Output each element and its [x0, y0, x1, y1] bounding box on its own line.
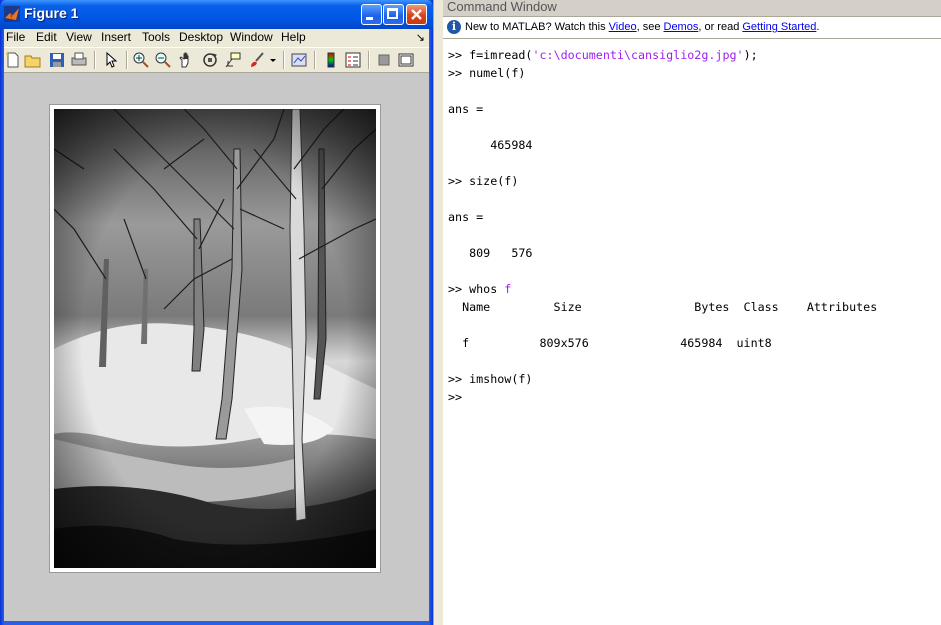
window-title: Figure 1 [24, 5, 79, 21]
toolbar-separator [368, 51, 370, 69]
console-line: f 809x576 465984 uint8 [448, 336, 772, 350]
menu-view[interactable]: View [66, 30, 92, 44]
command-window: Command Window i New to MATLAB? Watch th… [443, 0, 941, 625]
link-plot-icon[interactable] [290, 51, 308, 69]
command-text: >> whos [448, 282, 505, 296]
dock-icon[interactable]: ↘ [416, 31, 425, 44]
snowy-forest-image [54, 109, 376, 568]
console-line: >> imshow(f) [448, 372, 533, 386]
command-window-titlebar[interactable]: Command Window [443, 0, 941, 17]
maximize-button[interactable] [383, 4, 404, 25]
save-icon[interactable] [48, 51, 66, 69]
demos-link[interactable]: Demos [664, 21, 699, 33]
zoom-in-icon[interactable] [132, 51, 150, 69]
new-figure-icon[interactable] [4, 51, 22, 69]
pan-icon[interactable] [177, 51, 195, 69]
menu-bar: File Edit View Insert Tools Desktop Wind… [4, 29, 429, 47]
command-text: ); [743, 48, 758, 62]
command-window-title: Command Window [447, 0, 557, 14]
info-mid: , or read [698, 21, 743, 33]
command-argument: f [504, 282, 512, 296]
video-link[interactable]: Video [609, 21, 637, 33]
colorbar-icon[interactable] [322, 51, 340, 69]
info-suffix: . [816, 21, 820, 33]
command-console[interactable]: >> f=imread('c:\documenti\cansiglio2g.jp… [448, 46, 938, 406]
string-literal: 'c:\documenti\cansiglio2g.jpg' [532, 48, 744, 62]
console-line: >> whos f [448, 280, 938, 298]
menu-tools[interactable]: Tools [142, 30, 170, 44]
info-icon: i [447, 20, 461, 34]
menu-window[interactable]: Window [230, 30, 273, 44]
brush-dropdown-icon[interactable] [268, 51, 278, 69]
print-icon[interactable] [70, 51, 88, 69]
show-plot-tools-icon[interactable] [397, 51, 415, 69]
getting-started-link[interactable]: Getting Started [742, 21, 816, 33]
menu-help[interactable]: Help [281, 30, 306, 44]
matlab-logo-icon [4, 6, 20, 22]
open-file-icon[interactable] [24, 51, 42, 69]
figure-toolbar [4, 47, 429, 73]
console-line: >> f=imread('c:\documenti\cansiglio2g.jp… [448, 46, 938, 64]
toolbar-separator [314, 51, 316, 69]
info-text: New to MATLAB? Watch this Video, see Dem… [465, 17, 819, 38]
info-prefix: New to MATLAB? Watch this [465, 21, 609, 33]
menu-desktop[interactable]: Desktop [179, 30, 223, 44]
console-prompt[interactable]: >> [448, 388, 938, 406]
title-bar[interactable]: Figure 1 [0, 0, 433, 29]
minimize-button[interactable] [361, 4, 382, 25]
console-line: >> numel(f) [448, 66, 526, 80]
menu-edit[interactable]: Edit [36, 30, 57, 44]
edit-plot-icon[interactable] [102, 51, 120, 69]
menu-insert[interactable]: Insert [101, 30, 131, 44]
legend-icon[interactable] [344, 51, 362, 69]
close-icon [411, 9, 422, 20]
image-axes[interactable] [49, 104, 381, 573]
toolbar-separator [283, 51, 285, 69]
toolbar-separator [126, 51, 128, 69]
command-text: >> f=imread( [448, 48, 533, 62]
close-button[interactable] [406, 4, 427, 25]
console-line: 809 576 [448, 246, 533, 260]
console-line: 465984 [448, 138, 533, 152]
hide-plot-tools-icon[interactable] [375, 51, 393, 69]
panel-splitter[interactable] [433, 0, 443, 625]
data-cursor-icon[interactable] [224, 51, 242, 69]
menu-file[interactable]: File [6, 30, 25, 44]
console-line: Name Size Bytes Class Attributes [448, 300, 878, 314]
info-mid: , see [636, 21, 664, 33]
rotate-3d-icon[interactable] [201, 51, 219, 69]
zoom-out-icon[interactable] [154, 51, 172, 69]
toolbar-separator [94, 51, 96, 69]
console-line: ans = [448, 210, 484, 224]
info-bar: i New to MATLAB? Watch this Video, see D… [443, 17, 941, 39]
console-line: ans = [448, 102, 484, 116]
brush-icon[interactable] [248, 51, 266, 69]
figure-canvas[interactable] [4, 73, 429, 621]
console-line: >> size(f) [448, 174, 519, 188]
figure-window: Figure 1 File Edit View Insert Tools Des… [0, 0, 433, 625]
